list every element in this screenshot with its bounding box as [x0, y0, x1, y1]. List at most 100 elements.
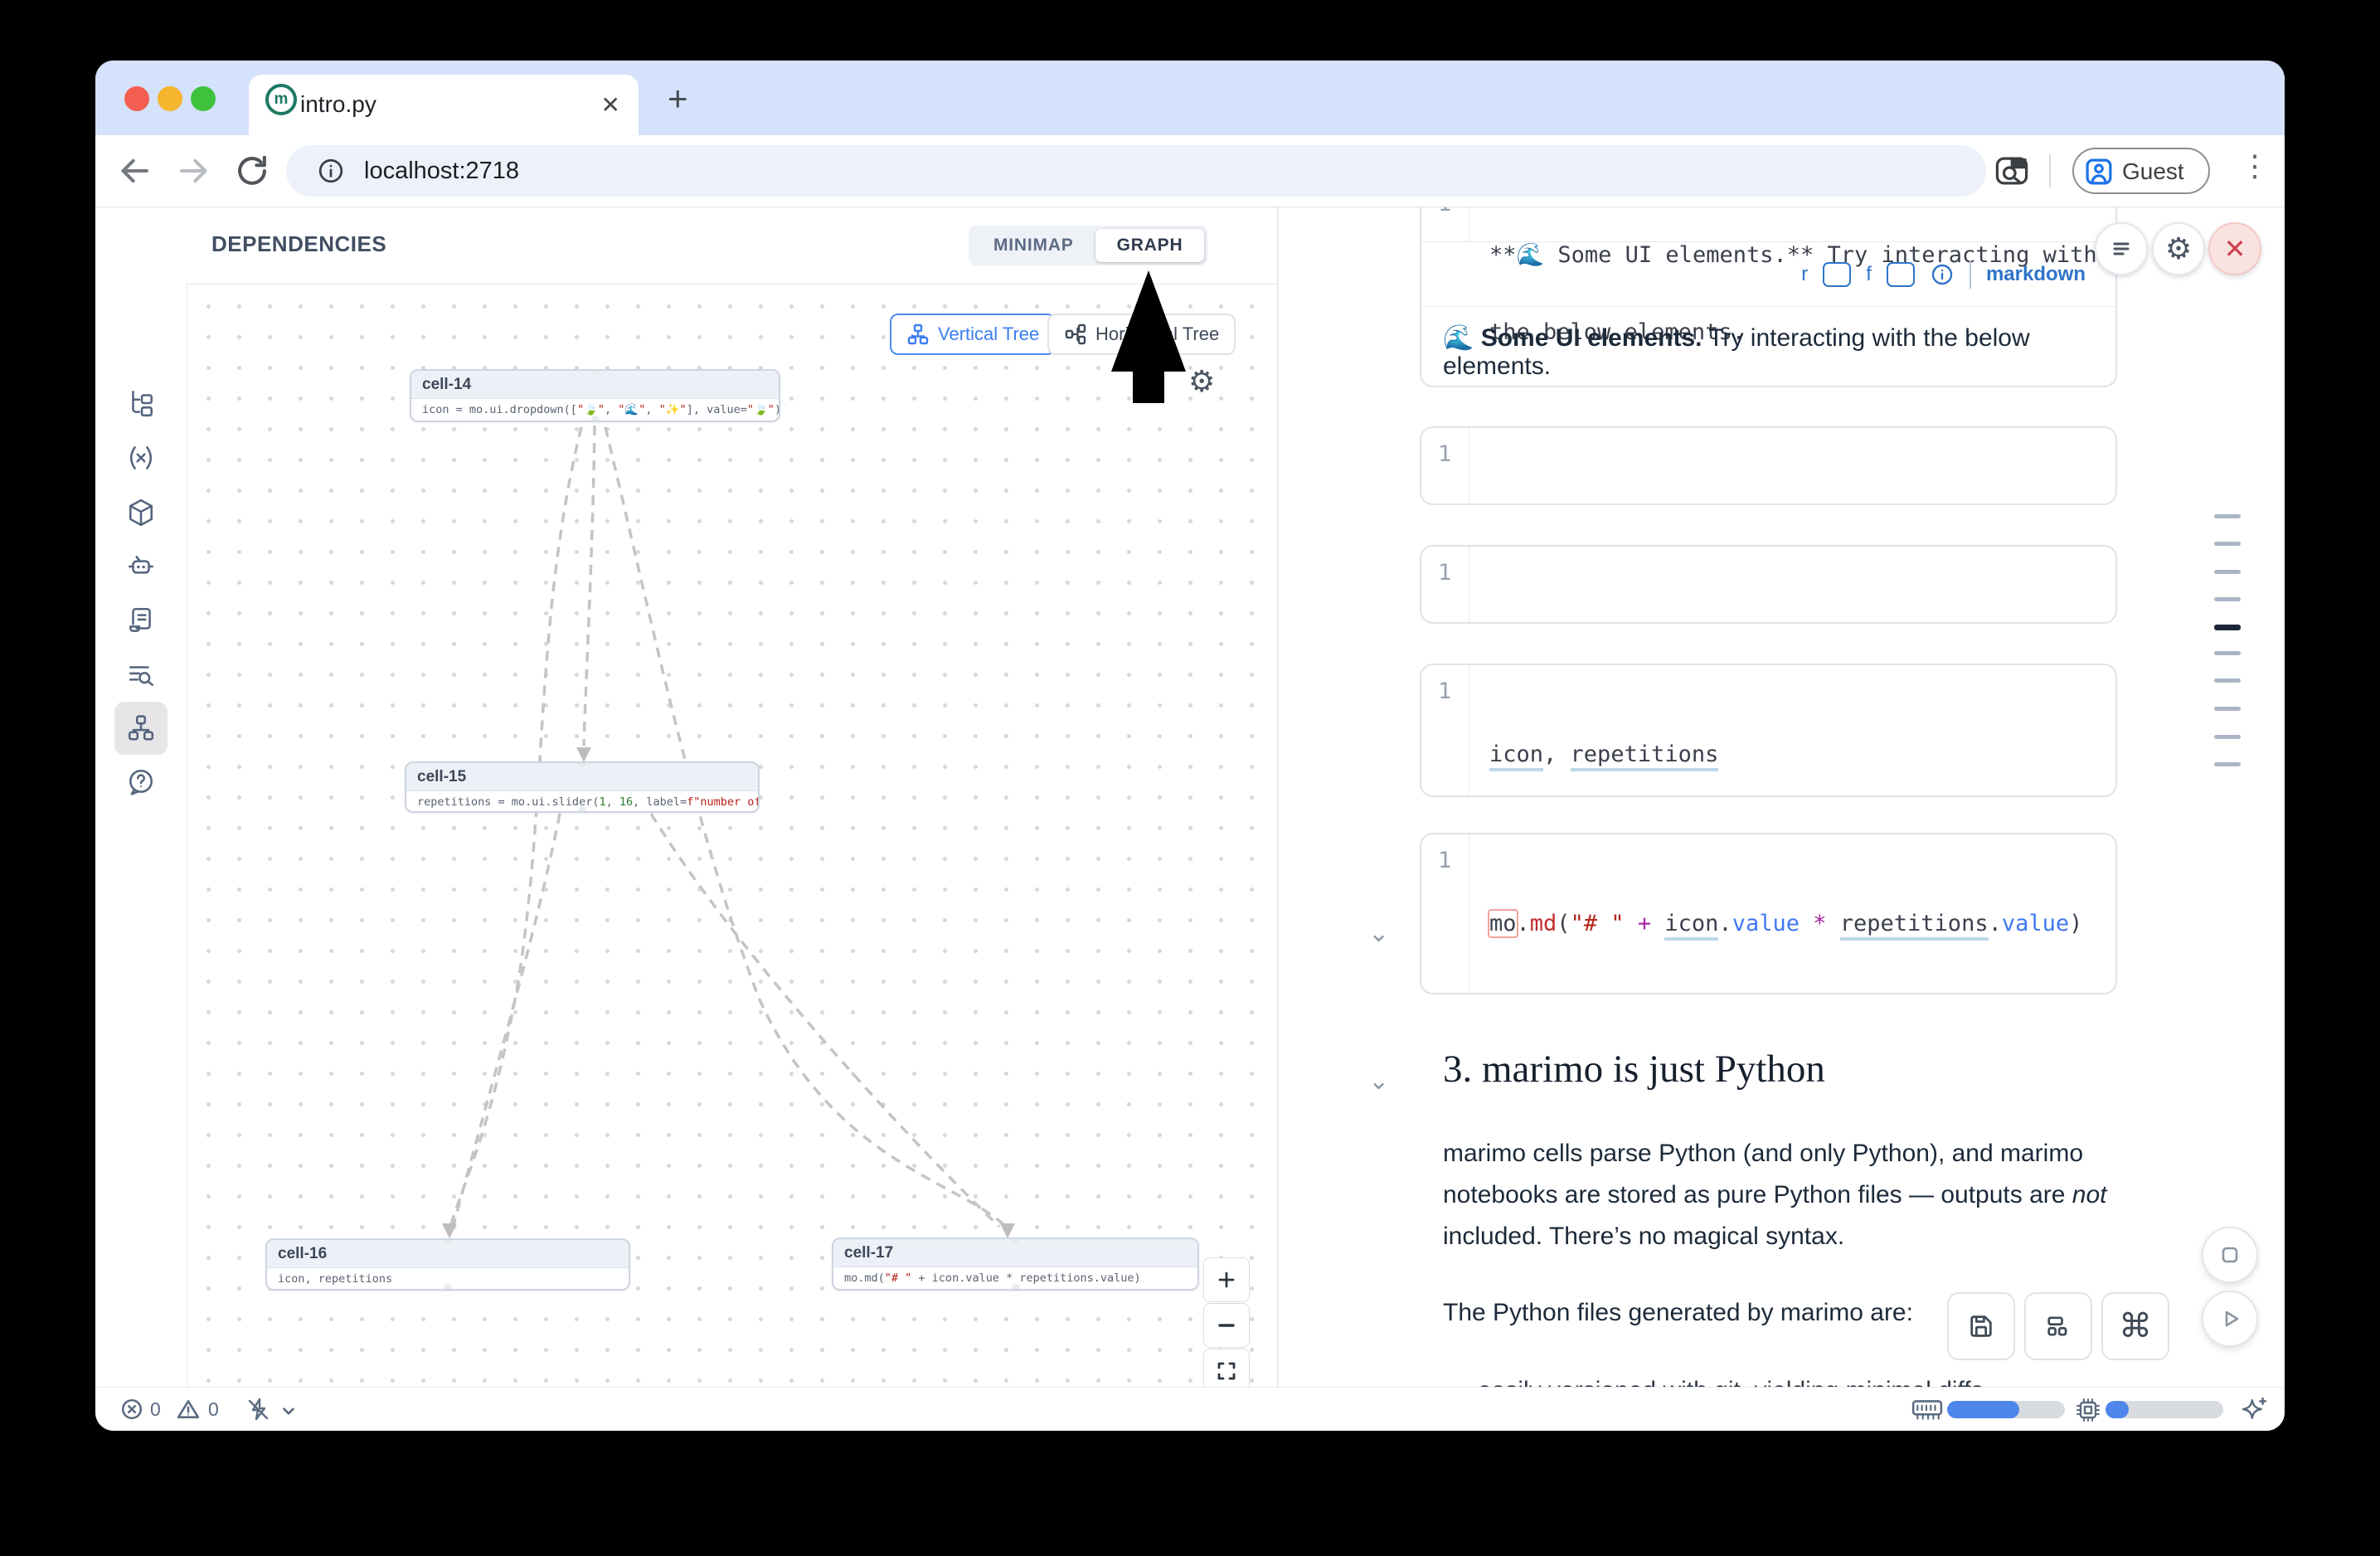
- cell-minimap-mark[interactable]: [2214, 762, 2241, 766]
- chevron-down-icon[interactable]: [279, 1403, 298, 1421]
- cell-minimap-mark[interactable]: [2214, 542, 2241, 546]
- plus-icon: [1216, 1269, 1237, 1291]
- vertical-tree-button[interactable]: Vertical Tree: [890, 314, 1056, 355]
- cell-minimap-mark[interactable]: [2214, 597, 2241, 601]
- cell-minimap-mark[interactable]: [2214, 651, 2241, 655]
- sidebar-item-ai-assistant[interactable]: [114, 540, 168, 593]
- toggle-r-checkbox[interactable]: [1823, 262, 1851, 287]
- graph-node-cell-15[interactable]: cell-15 repetitions = mo.ui.slider(1, 16…: [405, 761, 760, 813]
- site-info-icon[interactable]: [318, 158, 344, 184]
- toggle-f-checkbox[interactable]: [1887, 262, 1915, 287]
- dependency-edges: [187, 284, 1277, 1387]
- keyboard-shortcuts-button[interactable]: ⌘: [2101, 1292, 2169, 1360]
- robot-icon: [126, 552, 156, 581]
- browser-menu-icon[interactable]: ⋮: [2240, 148, 2270, 183]
- reload-icon[interactable]: [233, 152, 271, 190]
- tab-close-icon[interactable]: ✕: [601, 91, 620, 119]
- sidebar-item-variables[interactable]: [114, 431, 168, 484]
- left-icon-rail: [95, 207, 187, 1387]
- cell-code[interactable]: 1 **🌊 Some UI elements.** Try interactin…: [1421, 207, 2115, 241]
- notebook-cell-slider[interactable]: 1 repetitions = mo.ui.slider(1, 16, labe…: [1420, 545, 2117, 624]
- notebook-cell-tuple[interactable]: 1 icon, repetitions › [ … ] 2 Items: [1420, 664, 2117, 797]
- horizontal-tree-button[interactable]: Horizontal Tree: [1047, 314, 1236, 355]
- layout-button[interactable]: [2024, 1292, 2092, 1360]
- fit-view-button[interactable]: [1203, 1349, 1250, 1387]
- tab-search-icon[interactable]: [1993, 152, 2031, 190]
- list-search-icon: [126, 659, 156, 689]
- window-zoom-button[interactable]: [191, 86, 216, 111]
- line-number: 1: [1421, 207, 1469, 241]
- graph-zoom-toolbar: [1203, 1257, 1250, 1387]
- node-title: cell-14: [411, 371, 779, 399]
- save-button[interactable]: [1947, 1292, 2015, 1360]
- notebook-panel: 1 **🌊 Some UI elements.** Try interactin…: [1279, 207, 2285, 1387]
- notebook-cell-dropdown[interactable]: 1 icon = mo.ui.dropdown(["🍃", "🌊", "✨"],…: [1420, 426, 2117, 505]
- node-code: icon, repetitions: [267, 1268, 629, 1291]
- cell-minimap-mark-active[interactable]: [2214, 625, 2241, 630]
- command-icon: ⌘: [2119, 1307, 2152, 1345]
- sidebar-item-packages[interactable]: [114, 486, 168, 539]
- errors-icon[interactable]: [120, 1398, 143, 1421]
- profile-button[interactable]: Guest: [2072, 148, 2210, 194]
- dependency-graph-canvas[interactable]: Vertical Tree Horizontal Tree ⚙ cell-14 …: [187, 284, 1277, 1387]
- tab-minimap[interactable]: MINIMAP: [972, 229, 1095, 262]
- cell-minimap-mark[interactable]: [2214, 514, 2241, 518]
- info-icon[interactable]: [1930, 262, 1955, 287]
- output-collapse-icon[interactable]: ⌄: [1368, 919, 1389, 948]
- cell-minimap-mark[interactable]: [2214, 707, 2241, 711]
- line-number: 1: [1421, 547, 1469, 624]
- tab-graph[interactable]: GRAPH: [1095, 229, 1205, 262]
- node-title: cell-16: [267, 1240, 629, 1268]
- zoom-out-button[interactable]: [1203, 1303, 1250, 1348]
- window-minimize-button[interactable]: [158, 86, 182, 111]
- vertical-tree-label: Vertical Tree: [938, 323, 1039, 345]
- ai-sparkle-icon[interactable]: [2240, 1396, 2268, 1424]
- code-line: icon, repetitions: [1489, 739, 1718, 771]
- cpu-usage-bar: [2106, 1401, 2223, 1418]
- vertical-tree-icon: [906, 323, 930, 346]
- hamburger-icon: [2109, 236, 2134, 261]
- profile-label: Guest: [2122, 158, 2184, 185]
- sidebar-item-logs[interactable]: [114, 648, 168, 701]
- sidebar-item-scratchpad[interactable]: [114, 594, 168, 647]
- sidebar-item-help[interactable]: [114, 756, 168, 809]
- zoom-in-button[interactable]: [1203, 1257, 1250, 1302]
- cell-minimap-mark[interactable]: [2214, 570, 2241, 574]
- panel-title: DEPENDENCIES: [211, 231, 386, 257]
- sidebar-item-dependency-graph[interactable]: [114, 702, 168, 755]
- outline-menu-button[interactable]: [2095, 222, 2148, 275]
- notebook-cell-momd[interactable]: 1 mo.md("# " + icon.value * repetitions.…: [1420, 833, 2117, 994]
- memory-usage-bar: [1947, 1401, 2065, 1418]
- url-bar[interactable]: localhost:2718: [286, 145, 1986, 197]
- notebook-settings-button[interactable]: ⚙: [2152, 222, 2205, 275]
- back-icon[interactable]: [115, 152, 153, 190]
- cell-minimap-mark[interactable]: [2214, 678, 2241, 683]
- graph-node-cell-14[interactable]: cell-14 icon = mo.ui.dropdown(["🍃", "🌊",…: [410, 369, 780, 422]
- autorun-off-icon[interactable]: [245, 1396, 271, 1422]
- toggle-r-label[interactable]: r: [1801, 263, 1808, 286]
- warnings-icon[interactable]: [177, 1398, 200, 1421]
- notebook-cell-markdown[interactable]: 1 **🌊 Some UI elements.** Try interactin…: [1420, 207, 2117, 387]
- graph-node-cell-16[interactable]: cell-16 icon, repetitions: [265, 1238, 630, 1291]
- new-tab-button[interactable]: +: [668, 79, 688, 119]
- section-collapse-icon[interactable]: ⌄: [1368, 1067, 1389, 1096]
- sidebar-item-file-explorer[interactable]: [114, 377, 168, 430]
- dependency-graph-icon: [126, 713, 156, 743]
- line-number: 1: [1421, 665, 1469, 797]
- code-line: repetitions = mo.ui.slider(1, 16,: [1489, 620, 1948, 624]
- interrupt-button[interactable]: [2202, 1227, 2258, 1283]
- browser-window: m intro.py ✕ + localhost:2718 Guest ⋮: [95, 61, 2285, 1431]
- file-tree-icon: [126, 388, 156, 418]
- browser-tab[interactable]: m intro.py ✕: [249, 75, 639, 135]
- forward-icon[interactable]: [175, 152, 213, 190]
- window-close-button[interactable]: [124, 86, 149, 111]
- cell-language-label[interactable]: markdown: [1986, 263, 2086, 286]
- graph-node-cell-17[interactable]: cell-17 mo.md("# " + icon.value * repeti…: [832, 1238, 1199, 1291]
- toolbar-divider: [1970, 260, 1971, 289]
- toggle-f-label[interactable]: f: [1866, 263, 1872, 286]
- graph-settings-icon[interactable]: ⚙: [1188, 364, 1215, 399]
- variables-icon: [126, 443, 156, 473]
- cell-minimap-mark[interactable]: [2214, 735, 2241, 739]
- run-all-button[interactable]: [2202, 1291, 2258, 1347]
- shutdown-button[interactable]: ✕: [2208, 222, 2261, 275]
